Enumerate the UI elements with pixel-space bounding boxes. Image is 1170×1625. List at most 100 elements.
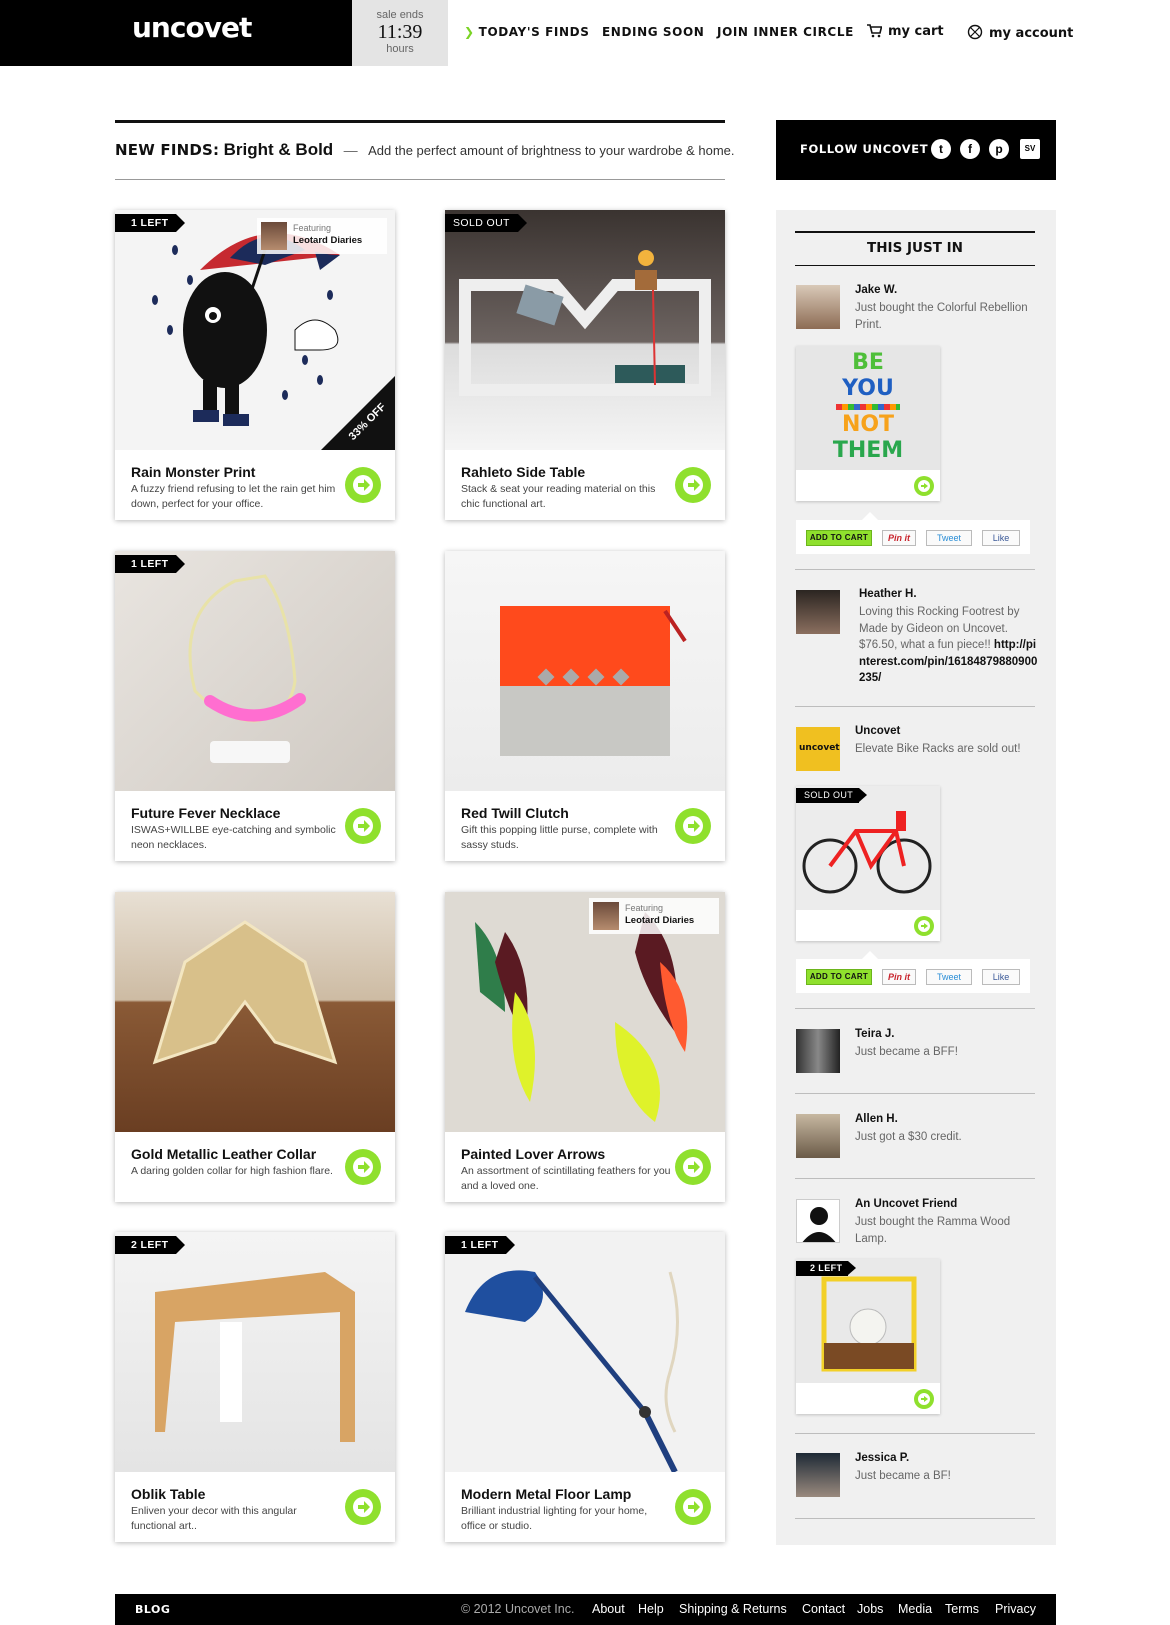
- view-product-button[interactable]: [914, 916, 934, 936]
- product-image[interactable]: 1 LEFT: [115, 551, 395, 791]
- twitter-icon[interactable]: t: [931, 139, 951, 159]
- footer-link-terms[interactable]: Terms: [945, 1602, 979, 1616]
- product-title[interactable]: Red Twill Clutch: [461, 805, 569, 821]
- nav-ending-soon[interactable]: ENDING SOON: [602, 25, 704, 39]
- activity-product-thumb[interactable]: 2 LEFT: [796, 1259, 940, 1414]
- avatar[interactable]: [796, 1453, 840, 1497]
- featuring-tag[interactable]: Featuring Leotard Diaries: [589, 898, 719, 934]
- bike-image: [796, 786, 940, 910]
- nav-my-account[interactable]: my account: [967, 24, 1073, 44]
- poster-stripe: [836, 404, 900, 410]
- activity-product-thumb[interactable]: SOLD OUT: [796, 786, 940, 941]
- footer-link-jobs[interactable]: Jobs: [857, 1602, 883, 1616]
- nav-my-cart[interactable]: my cart: [866, 24, 944, 42]
- avatar[interactable]: [796, 285, 840, 329]
- product-description: Stack & seat your reading material on th…: [461, 483, 656, 510]
- footer-link-shipping-returns[interactable]: Shipping & Returns: [679, 1602, 787, 1616]
- activity-divider: [795, 569, 1035, 570]
- footer-link-privacy[interactable]: Privacy: [995, 1602, 1036, 1616]
- avatar[interactable]: [796, 1029, 840, 1073]
- product-description: ISWAS+WILLBE eye-catching and symbolic n…: [131, 824, 336, 851]
- activity-name[interactable]: Uncovet: [855, 725, 900, 737]
- avatar[interactable]: [796, 1199, 840, 1243]
- view-product-button[interactable]: [675, 1489, 711, 1525]
- activity-product-thumb[interactable]: BE YOU NOT THEM: [796, 346, 940, 501]
- view-product-button[interactable]: [345, 1489, 381, 1525]
- product-card[interactable]: Red Twill Clutch Gift this popping littl…: [445, 551, 725, 861]
- footer-blog-link[interactable]: BLOG: [135, 1603, 170, 1616]
- product-image[interactable]: 1 LEFT Featuring Leotard Diaries 33% OFF: [115, 210, 395, 450]
- product-title[interactable]: Painted Lover Arrows: [461, 1146, 605, 1162]
- footer-link-about[interactable]: About: [592, 1602, 625, 1616]
- sold-out-badge: SOLD OUT: [445, 214, 527, 232]
- activity-name[interactable]: Teira J.: [855, 1028, 894, 1040]
- product-description: A fuzzy friend refusing to let the rain …: [131, 483, 336, 510]
- product-card[interactable]: 1 LEFT Future Fever Necklace ISWAS+WILLB…: [115, 551, 395, 861]
- product-title[interactable]: Modern Metal Floor Lamp: [461, 1486, 631, 1502]
- product-image[interactable]: 1 LEFT: [445, 1232, 725, 1472]
- avatar[interactable]: [796, 590, 840, 634]
- product-image[interactable]: SOLD OUT: [445, 210, 725, 450]
- featuring-tag[interactable]: Featuring Leotard Diaries: [257, 218, 387, 254]
- activity-name[interactable]: An Uncovet Friend: [855, 1198, 957, 1210]
- nav-todays-finds[interactable]: ❯ TODAY'S FINDS: [464, 25, 589, 39]
- product-card[interactable]: SOLD OUT Rahleto Side Table Stack & seat…: [445, 210, 725, 520]
- heading-title: Bright & Bold: [223, 140, 334, 159]
- product-card[interactable]: 1 LEFT Modern Metal Floor Lamp Brilliant…: [445, 1232, 725, 1542]
- view-product-button[interactable]: [345, 467, 381, 503]
- product-title[interactable]: Oblik Table: [131, 1486, 205, 1502]
- activity-divider: [795, 706, 1035, 707]
- uncovet-logo[interactable]: uncovet: [132, 11, 252, 44]
- logo-area[interactable]: uncovet: [0, 0, 352, 66]
- pin-it-button[interactable]: Pin it: [882, 530, 916, 546]
- view-product-button[interactable]: [675, 1149, 711, 1185]
- sv-icon[interactable]: SV: [1020, 139, 1040, 159]
- product-card[interactable]: 2 LEFT Oblik Table Enliven your decor wi…: [115, 1232, 395, 1542]
- product-image[interactable]: Featuring Leotard Diaries: [445, 892, 725, 1132]
- product-image[interactable]: 2 LEFT: [115, 1232, 395, 1472]
- stock-badge: 2 LEFT: [796, 1261, 857, 1276]
- activity-name[interactable]: Jessica P.: [855, 1452, 909, 1464]
- facebook-icon[interactable]: f: [960, 139, 980, 159]
- avatar[interactable]: [796, 1114, 840, 1158]
- view-product-button[interactable]: [345, 808, 381, 844]
- activity-name[interactable]: Jake W.: [855, 284, 897, 296]
- activity-divider: [795, 1178, 1035, 1179]
- view-product-button[interactable]: [675, 808, 711, 844]
- like-button[interactable]: Like: [982, 969, 1020, 985]
- account-icon: [967, 24, 983, 44]
- like-button[interactable]: Like: [982, 530, 1020, 546]
- pin-it-button[interactable]: Pin it: [882, 969, 916, 985]
- footer-link-contact[interactable]: Contact: [802, 1602, 845, 1616]
- arrow-right-icon: [683, 816, 703, 836]
- pinterest-icon[interactable]: p: [989, 139, 1009, 159]
- view-product-button[interactable]: [914, 476, 934, 496]
- footer-link-help[interactable]: Help: [638, 1602, 664, 1616]
- product-title[interactable]: Future Fever Necklace: [131, 805, 280, 821]
- product-title[interactable]: Rahleto Side Table: [461, 464, 585, 480]
- activity-text: Just bought the Colorful Rebellion Print…: [855, 302, 1028, 331]
- tweet-button[interactable]: Tweet: [926, 530, 972, 546]
- activity-name[interactable]: Heather H.: [859, 588, 917, 600]
- product-card[interactable]: Featuring Leotard Diaries Painted Lover …: [445, 892, 725, 1202]
- add-to-cart-button[interactable]: ADD TO CART: [806, 969, 872, 985]
- footer-link-media[interactable]: Media: [898, 1602, 932, 1616]
- heading-rule-top: [115, 120, 725, 123]
- stock-badge: 1 LEFT: [115, 214, 186, 232]
- avatar[interactable]: uncovet: [796, 727, 840, 771]
- activity-divider: [795, 1518, 1035, 1519]
- product-card[interactable]: 1 LEFT Featuring Leotard Diaries 33% OFF…: [115, 210, 395, 520]
- activity-text: Elevate Bike Racks are sold out!: [855, 743, 1021, 755]
- tweet-button[interactable]: Tweet: [926, 969, 972, 985]
- product-title[interactable]: Gold Metallic Leather Collar: [131, 1146, 316, 1162]
- product-image[interactable]: [445, 551, 725, 791]
- view-product-button[interactable]: [914, 1389, 934, 1409]
- product-title[interactable]: Rain Monster Print: [131, 464, 255, 480]
- add-to-cart-button[interactable]: ADD TO CART: [806, 530, 872, 546]
- product-card[interactable]: Gold Metallic Leather Collar A daring go…: [115, 892, 395, 1202]
- view-product-button[interactable]: [345, 1149, 381, 1185]
- view-product-button[interactable]: [675, 467, 711, 503]
- activity-name[interactable]: Allen H.: [855, 1113, 898, 1125]
- product-image[interactable]: [115, 892, 395, 1132]
- nav-join-inner-circle[interactable]: JOIN INNER CIRCLE: [717, 25, 854, 39]
